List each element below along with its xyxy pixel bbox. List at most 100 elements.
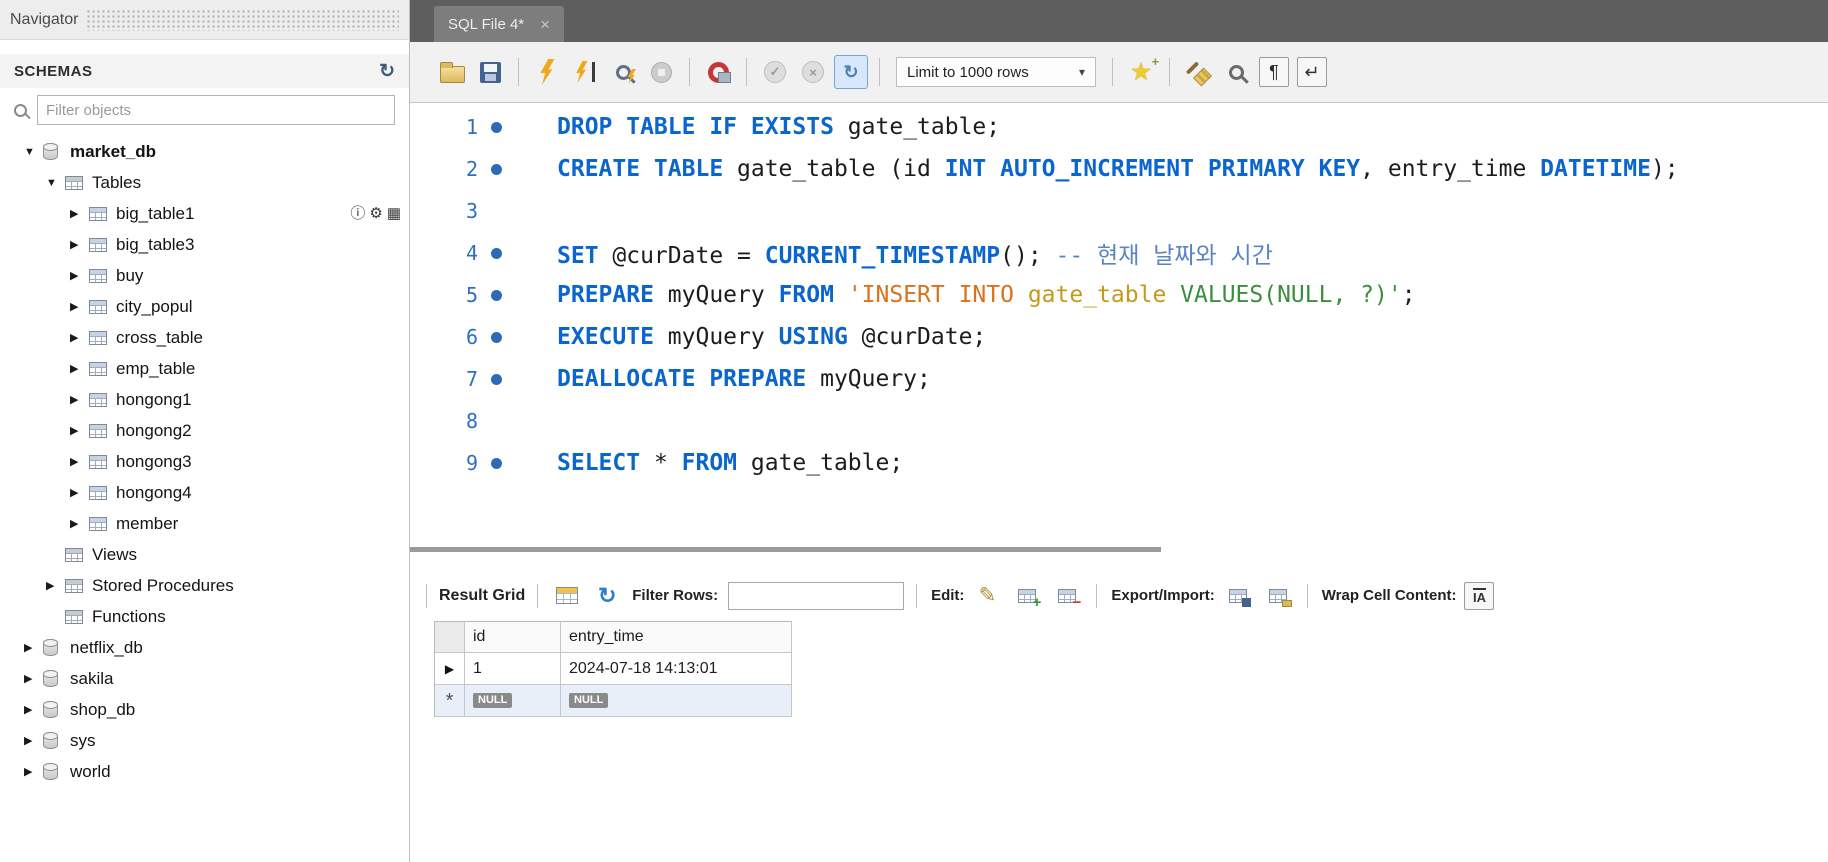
tree-item-emp-table[interactable]: ▶ emp_table bbox=[0, 353, 409, 384]
code-line[interactable]: 9 SELECT * FROM gate_table; bbox=[410, 442, 1828, 484]
explain-plan-button[interactable] bbox=[605, 55, 641, 89]
sql-editor[interactable]: 1 DROP TABLE IF EXISTS gate_table; 2 CREATE… bbox=[410, 103, 1828, 546]
tree-item-market-db[interactable]: ▼ market_db bbox=[0, 136, 409, 167]
grid-view-button[interactable] bbox=[550, 581, 584, 611]
cell-entry_time[interactable]: NULL bbox=[561, 685, 792, 717]
collapse-arrow-icon[interactable]: ▶ bbox=[46, 579, 65, 592]
collapse-arrow-icon[interactable]: ▶ bbox=[70, 331, 89, 344]
tree-item-functions[interactable]: Functions bbox=[0, 601, 409, 632]
code-line[interactable]: 2 CREATE TABLE gate_table (id INT AUTO_IN… bbox=[410, 148, 1828, 190]
collapse-arrow-icon[interactable]: ▶ bbox=[24, 703, 43, 716]
collapse-arrow-icon[interactable]: ▶ bbox=[70, 238, 89, 251]
word-wrap-toggle[interactable]: ↵ bbox=[1294, 55, 1330, 89]
stop-icon bbox=[650, 61, 672, 83]
tree-item-sys[interactable]: ▶ sys bbox=[0, 725, 409, 756]
invisible-chars-toggle[interactable]: ¶ bbox=[1256, 55, 1292, 89]
tree-item-big-table3[interactable]: ▶ big_table3 bbox=[0, 229, 409, 260]
tree-item-label: hongong1 bbox=[116, 389, 192, 409]
code-line[interactable]: 7 DEALLOCATE PREPARE myQuery; bbox=[410, 358, 1828, 400]
table-info-icon[interactable]: ⓘ bbox=[350, 206, 365, 221]
collapse-arrow-icon[interactable]: ▶ bbox=[70, 517, 89, 530]
tree-item-cross-table[interactable]: ▶ cross_table bbox=[0, 322, 409, 353]
tree-item-city-popul[interactable]: ▶ city_popul bbox=[0, 291, 409, 322]
tree-item-big-table1[interactable]: ▶ big_table1 ⓘ ⚙ ▦ bbox=[0, 198, 409, 229]
tree-item-hongong3[interactable]: ▶ hongong3 bbox=[0, 446, 409, 477]
tree-item-shop-db[interactable]: ▶ shop_db bbox=[0, 694, 409, 725]
stop-on-error-toggle[interactable] bbox=[700, 55, 736, 89]
column-header-id[interactable]: id bbox=[465, 622, 561, 653]
code-line[interactable]: 6 EXECUTE myQuery USING @curDate; bbox=[410, 316, 1828, 358]
tree-item-tables[interactable]: ▼ Tables bbox=[0, 167, 409, 198]
autocommit-toggle[interactable]: ↻ bbox=[833, 55, 869, 89]
collapse-arrow-icon[interactable]: ▶ bbox=[70, 207, 89, 220]
code-line[interactable]: 1 DROP TABLE IF EXISTS gate_table; bbox=[410, 106, 1828, 148]
tree-item-sakila[interactable]: ▶ sakila bbox=[0, 663, 409, 694]
execute-button[interactable] bbox=[529, 55, 565, 89]
cell-id[interactable]: 1 bbox=[465, 653, 561, 685]
toolbar-separator bbox=[1169, 58, 1170, 86]
tab-sql-file-4[interactable]: SQL File 4* × bbox=[434, 6, 565, 42]
limit-rows-dropdown[interactable]: Limit to 1000 rows ▾ bbox=[896, 57, 1096, 87]
schemas-section-header[interactable]: SCHEMAS ↻ bbox=[0, 54, 409, 88]
close-tab-icon[interactable]: × bbox=[540, 16, 550, 33]
collapse-arrow-icon[interactable]: ▶ bbox=[24, 672, 43, 685]
wrap-cell-toggle[interactable]: IA bbox=[1462, 581, 1496, 611]
collapse-arrow-icon[interactable]: ▶ bbox=[70, 393, 89, 406]
expand-arrow-icon[interactable]: ▼ bbox=[46, 177, 65, 189]
code-line[interactable]: 3 bbox=[410, 190, 1828, 232]
collapse-arrow-icon[interactable]: ▶ bbox=[24, 734, 43, 747]
expand-arrow-icon[interactable]: ▼ bbox=[24, 146, 43, 158]
import-records-button[interactable] bbox=[1261, 581, 1295, 611]
code-line[interactable]: 8 bbox=[410, 400, 1828, 442]
tree-item-stored-procedures[interactable]: ▶ Stored Procedures bbox=[0, 570, 409, 601]
pencil-icon: ✎ bbox=[978, 584, 997, 607]
tree-item-hongong4[interactable]: ▶ hongong4 bbox=[0, 477, 409, 508]
save-button[interactable] bbox=[472, 55, 508, 89]
table-row[interactable]: * NULL NULL bbox=[435, 685, 792, 717]
delete-row-button[interactable]: − bbox=[1050, 581, 1084, 611]
beautify-button[interactable] bbox=[1180, 55, 1216, 89]
tree-item-hongong2[interactable]: ▶ hongong2 bbox=[0, 415, 409, 446]
splitter-grip[interactable] bbox=[410, 547, 1161, 552]
filter-rows-input[interactable] bbox=[728, 581, 905, 610]
stop-button[interactable] bbox=[643, 55, 679, 89]
collapse-arrow-icon[interactable]: ▶ bbox=[70, 455, 89, 468]
refresh-schemas-icon[interactable]: ↻ bbox=[379, 60, 395, 83]
edit-record-button[interactable]: ✎ bbox=[970, 581, 1004, 611]
collapse-arrow-icon[interactable]: ▶ bbox=[70, 269, 89, 282]
grid-corner-cell bbox=[435, 622, 465, 653]
cell-id[interactable]: NULL bbox=[465, 685, 561, 717]
save-snippet-button[interactable]: ★ bbox=[1123, 55, 1160, 89]
collapse-arrow-icon[interactable]: ▶ bbox=[70, 486, 89, 499]
collapse-arrow-icon[interactable]: ▶ bbox=[70, 424, 89, 437]
collapse-arrow-icon[interactable]: ▶ bbox=[70, 362, 89, 375]
edit-table-data-icon[interactable]: ▦ bbox=[387, 206, 401, 221]
statement-marker bbox=[478, 331, 514, 343]
find-button[interactable] bbox=[1218, 55, 1254, 89]
collapse-arrow-icon[interactable]: ▶ bbox=[70, 300, 89, 313]
tree-item-netflix-db[interactable]: ▶ netflix_db bbox=[0, 632, 409, 663]
collapse-arrow-icon[interactable]: ▶ bbox=[24, 641, 43, 654]
tree-item-world[interactable]: ▶ world bbox=[0, 756, 409, 787]
cell-entry_time[interactable]: 2024-07-18 14:13:01 bbox=[561, 653, 792, 685]
refresh-results-button[interactable]: ↻ bbox=[590, 581, 624, 611]
execute-current-button[interactable] bbox=[567, 55, 603, 89]
table-maintenance-icon[interactable]: ⚙ bbox=[369, 206, 382, 221]
open-file-button[interactable] bbox=[434, 55, 470, 89]
tree-item-views[interactable]: Views bbox=[0, 539, 409, 570]
pane-splitter[interactable] bbox=[410, 546, 1828, 553]
rollback-button[interactable]: × bbox=[795, 55, 831, 89]
filter-objects-input[interactable] bbox=[37, 95, 395, 125]
table-row[interactable]: ▶ 1 2024-07-18 14:13:01 bbox=[435, 653, 792, 685]
column-header-entry_time[interactable]: entry_time bbox=[561, 622, 792, 653]
search-icon bbox=[14, 103, 27, 117]
export-recordset-button[interactable] bbox=[1221, 581, 1255, 611]
commit-button[interactable]: ✓ bbox=[757, 55, 793, 89]
tree-item-hongong1[interactable]: ▶ hongong1 bbox=[0, 384, 409, 415]
tree-item-member[interactable]: ▶ member bbox=[0, 508, 409, 539]
code-line[interactable]: 5 PREPARE myQuery FROM 'INSERT INTO gate_… bbox=[410, 274, 1828, 316]
collapse-arrow-icon[interactable]: ▶ bbox=[24, 765, 43, 778]
tree-item-buy[interactable]: ▶ buy bbox=[0, 260, 409, 291]
code-line[interactable]: 4 SET @curDate = CURRENT_TIMESTAMP(); -- … bbox=[410, 232, 1828, 274]
insert-row-button[interactable]: + bbox=[1010, 581, 1044, 611]
